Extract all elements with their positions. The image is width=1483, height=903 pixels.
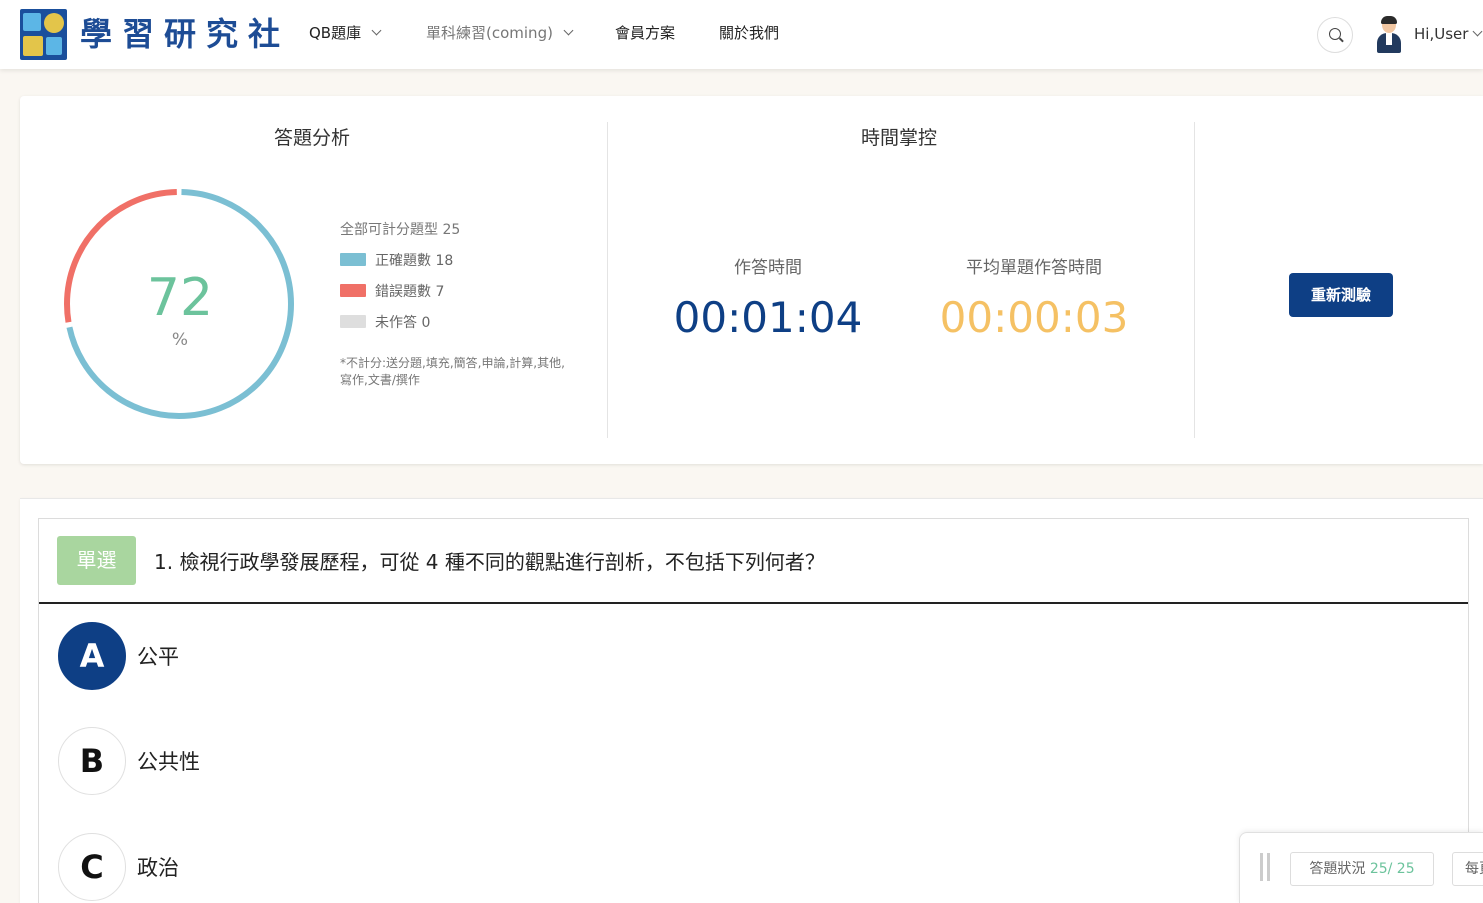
nav-about[interactable]: 關於我們 (719, 22, 779, 44)
avg-time-value: 00:00:03 (939, 293, 1129, 342)
option-c-text[interactable]: 政治 (137, 853, 179, 883)
search-button[interactable] (1317, 17, 1353, 53)
option-a-button[interactable]: A (58, 622, 126, 690)
legend-wrong: 錯誤題數 7 (340, 282, 444, 302)
chevron-down-icon (563, 25, 574, 36)
avatar-shirt (1386, 33, 1392, 45)
answer-status-button[interactable]: 答題狀況 25/ 25 (1290, 852, 1434, 886)
question-divider (39, 602, 1468, 604)
logo-block (23, 13, 41, 31)
legend-correct: 正確題數 18 (340, 251, 453, 271)
question-text: 1. 檢視行政學發展歷程，可從 4 種不同的觀點進行剖析，不包括下列何者？ (154, 550, 825, 574)
nav-label: 單科練習(coming) (426, 24, 553, 42)
legend-swatch (340, 253, 366, 266)
timing-title: 時間掌控 (861, 127, 938, 149)
legend-total: 全部可計分題型 25 (340, 222, 461, 238)
logo-block (46, 37, 62, 55)
nav-label: QB題庫 (309, 24, 362, 42)
search-icon-handle (1339, 37, 1344, 43)
legend-label: 正確題數 18 (375, 253, 454, 269)
user-greeting: Hi,User (1414, 25, 1469, 43)
nav-single-subject[interactable]: 單科練習(coming) (426, 22, 574, 44)
legend-unanswered: 未作答 0 (340, 313, 430, 333)
avg-time-label: 平均單題作答時間 (966, 258, 1102, 278)
nav-label: 關於我們 (719, 24, 780, 42)
legend-label: 錯誤題數 7 (375, 284, 445, 300)
drag-handle-icon[interactable] (1260, 853, 1272, 881)
logo-block (23, 36, 43, 56)
question-type-badge: 單選 (57, 536, 136, 585)
user-menu[interactable]: Hi,User (1414, 23, 1483, 45)
scoring-note: *不計分:送分題,填充,簡答,申論,計算,其他,寫作,文書/撰作 (340, 356, 565, 387)
answer-time-value: 00:01:04 (673, 293, 863, 342)
legend-swatch (340, 284, 366, 297)
status-label: 答題狀況 (1309, 861, 1366, 877)
legend-label: 未作答 0 (375, 315, 431, 331)
divider (1194, 122, 1195, 438)
divider (607, 122, 608, 438)
option-b-button[interactable]: B (58, 727, 126, 795)
site-name[interactable]: 學習研究社 (80, 14, 290, 54)
nav-membership[interactable]: 會員方案 (615, 22, 675, 44)
analysis-title: 答題分析 (274, 127, 351, 149)
answer-time-label: 作答時間 (734, 258, 802, 278)
chevron-down-icon (1472, 26, 1483, 37)
option-b-text[interactable]: 公共性 (137, 747, 200, 777)
logo-block (44, 13, 64, 33)
option-c-button[interactable]: C (58, 833, 126, 901)
site-logo[interactable] (20, 9, 67, 60)
chevron-down-icon (371, 25, 382, 36)
retest-button[interactable]: 重新測驗 (1289, 273, 1393, 317)
score-percent-unit: % (171, 330, 189, 350)
score-percent: 72 (146, 268, 214, 328)
nav-qb-bank[interactable]: QB題庫 (309, 22, 382, 44)
nav-label: 會員方案 (615, 24, 676, 42)
legend-swatch (340, 315, 366, 328)
answer-status-bar: 答題狀況 25/ 25 每頁 (1239, 832, 1483, 903)
top-header: 學習研究社 QB題庫 單科練習(coming) 會員方案 關於我們 Hi,Use… (0, 0, 1483, 69)
avatar-hair (1381, 16, 1397, 24)
per-page-button[interactable]: 每頁 (1452, 852, 1483, 886)
option-a-text[interactable]: 公平 (137, 642, 179, 672)
avatar[interactable] (1374, 14, 1404, 54)
status-count: 25/ 25 (1369, 861, 1415, 877)
